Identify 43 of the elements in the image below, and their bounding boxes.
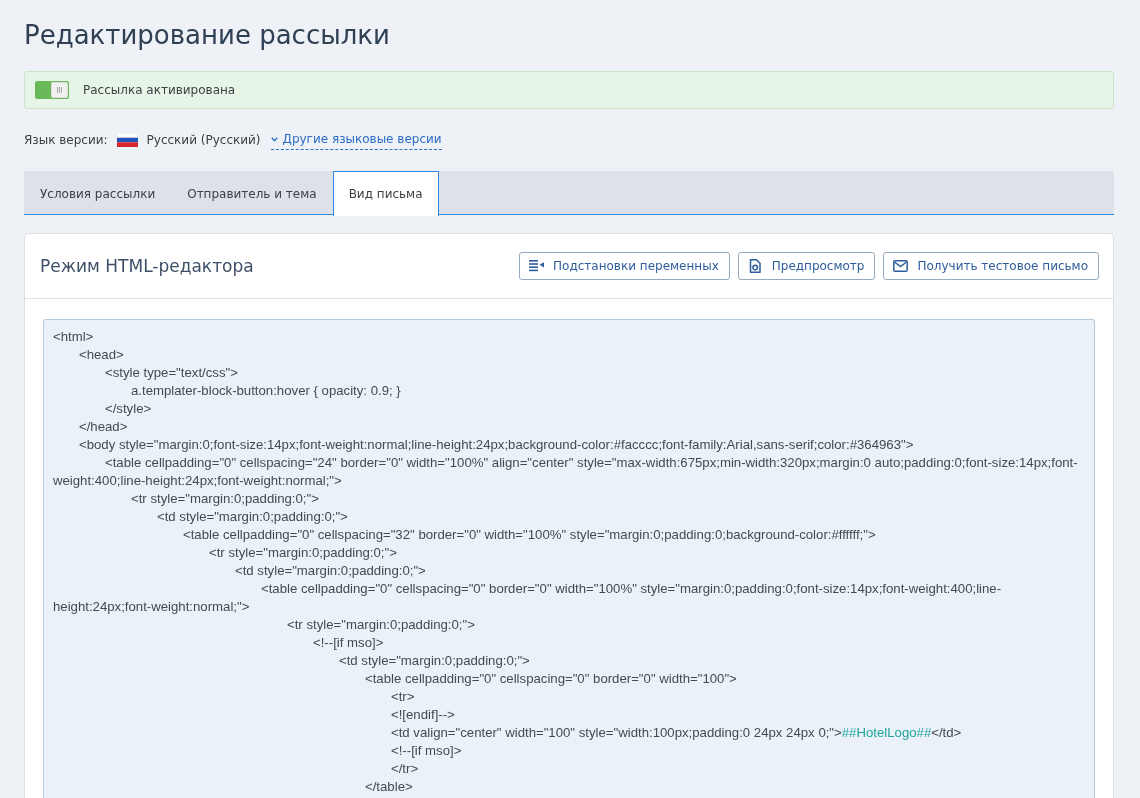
other-languages-link[interactable]: Другие языковые версии	[270, 130, 442, 150]
code-line: <table cellpadding="0" cellspacing="0" border="0" width="100%" style="margin:0;padding:0;font-size:14px;font-weight:400;line-height:24px;font-weight:normal;">	[53, 580, 1003, 616]
page-title: Редактирование рассылки	[24, 19, 391, 52]
test-email-button[interactable]: Получить тестовое письмо	[883, 252, 1099, 280]
code-line: <![endif]-->	[390, 706, 456, 724]
code-line: <tr>	[390, 688, 416, 706]
list-arrow-icon	[529, 259, 545, 273]
caret-icon	[270, 136, 278, 142]
code-line: </head>	[78, 418, 129, 436]
code-line: <html>	[53, 328, 95, 346]
code-line: <td style="margin:0;padding:0;">	[156, 508, 349, 526]
tab[interactable]: Вид письма	[332, 171, 439, 216]
document-icon	[747, 259, 763, 273]
section-title: Режим HTML-редактора	[40, 255, 254, 277]
code-line: <table cellpadding="0" cellspacing="24" border="0" width="100%" align="center" style="max-width:675px;min-width:320px;margin:0 auto;padding:0;font-size:14px;font-weight:400;line-height:24px;font-weight:normal;">	[53, 454, 1079, 490]
code-line: <table cellpadding="0" cellspacing="32" border="0" width="100%" style="margin:0;padding:0;background-color:#ffffff;">	[182, 526, 877, 544]
code-line: <td style="margin:0;padding:0;">	[338, 652, 531, 670]
language-label: Язык версии:	[24, 132, 108, 149]
tab[interactable]: Отправитель и тема	[171, 171, 333, 215]
code-line: </tr>	[390, 760, 420, 778]
code-line: <td style="margin:0;padding:0;">	[234, 562, 427, 580]
code-line: </table>	[364, 778, 414, 796]
code-line: </style>	[104, 400, 153, 418]
flag-icon	[116, 133, 138, 147]
code-line: <style type="text/css">	[104, 364, 239, 382]
code-line: <tr style="margin:0;padding:0;">	[208, 544, 398, 562]
code-line: <!--[if mso]>	[312, 634, 385, 652]
code-line: a.templater-block-button:hover { opacity: 0.9; }	[130, 382, 402, 400]
envelope-icon	[893, 259, 909, 273]
code-line: <tr style="margin:0;padding:0;">	[130, 490, 320, 508]
code-editor[interactable]	[43, 319, 1095, 798]
code-line: <tr style="margin:0;padding:0;">	[286, 616, 476, 634]
code-line: <td valign="center" width="100" style="width:100px;padding:0 24px 24px 0;">##HotelLogo##</td>	[390, 724, 963, 742]
language-value: Русский (Русский)	[146, 132, 261, 149]
code-line: <body style="margin:0;font-size:14px;font-weight:normal;line-height:24px;background-color:#facccc;font-family:Arial,sans-serif;color:#364963">	[78, 436, 915, 454]
toggle-switch[interactable]	[35, 81, 69, 99]
preview-button[interactable]: Предпросмотр	[737, 252, 876, 280]
code-line: <head>	[78, 346, 125, 364]
tab[interactable]: Условия рассылки	[24, 171, 172, 215]
status-text: Рассылка активирована	[83, 82, 236, 99]
code-line: <table cellpadding="0" cellspacing="0" border="0" width="100">	[364, 670, 738, 688]
code-line: <!--[if mso]>	[390, 742, 463, 760]
variables-button[interactable]: Подстановки переменных	[519, 252, 730, 280]
